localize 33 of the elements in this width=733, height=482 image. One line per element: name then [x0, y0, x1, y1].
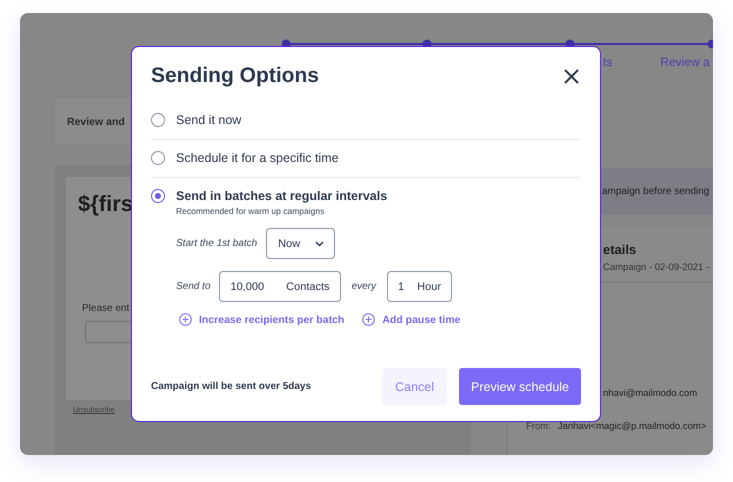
- option-note: Recommended for warm up campaigns: [176, 206, 326, 216]
- add-link[interactable]: Add pause time: [362, 313, 461, 326]
- plus-circle-icon: [179, 313, 192, 326]
- add-link[interactable]: Increase recipients per batch: [179, 313, 344, 326]
- section-title: Review and: [67, 116, 125, 128]
- every-label: every: [352, 281, 376, 292]
- radio-button[interactable]: [151, 113, 165, 127]
- option-label[interactable]: Send in batches at regular intervals: [176, 189, 388, 203]
- chevron-down-icon: [315, 240, 324, 246]
- details-subtitle: Campaign - 02-09-2021 -: [603, 262, 710, 273]
- radio-button[interactable]: [151, 151, 165, 165]
- option-label[interactable]: Send it now: [176, 113, 242, 127]
- preview-button[interactable]: Preview schedule: [459, 368, 581, 405]
- interval-field[interactable]: 1 Hour: [387, 271, 452, 302]
- details-title: etails: [603, 242, 638, 257]
- from-value: Janhavi<magic@p.mailmodo.com>: [558, 421, 706, 432]
- start-select[interactable]: Now: [266, 228, 336, 259]
- option-label[interactable]: Schedule it for a specific time: [176, 151, 339, 165]
- close-icon: [564, 68, 578, 84]
- dialog-title: Sending Options: [151, 64, 319, 88]
- email-address: nhavi@mailmodo.com: [603, 388, 698, 399]
- from-label: From:: [526, 421, 551, 432]
- step-label: Review a: [660, 55, 710, 69]
- send-to-label: Send to: [176, 281, 210, 292]
- step-label: ts: [603, 55, 612, 69]
- plus-circle-icon: [362, 313, 376, 326]
- contacts-field[interactable]: 10,000 Contacts: [219, 271, 341, 302]
- summary-text: Campaign will be sent over 5days: [151, 381, 312, 392]
- radio-button[interactable]: [151, 189, 165, 203]
- notice-text: ampaign before sending: [602, 186, 710, 197]
- email-prompt: Please ent: [82, 303, 130, 314]
- start-label: Start the 1st batch: [176, 238, 258, 249]
- email-heading: ${firs: [78, 191, 134, 217]
